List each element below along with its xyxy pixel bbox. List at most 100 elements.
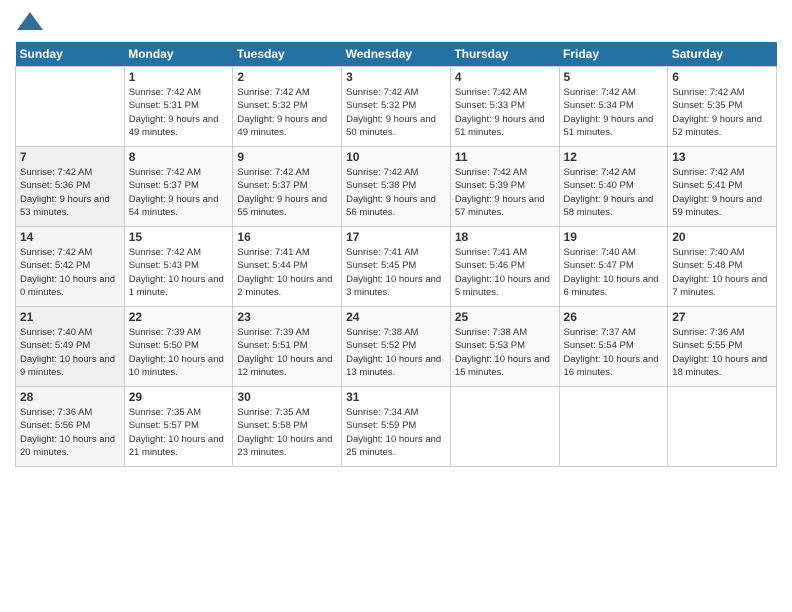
calendar-cell: 29 Sunrise: 7:35 AMSunset: 5:57 PMDayligh… bbox=[124, 387, 233, 467]
day-number: 7 bbox=[20, 150, 120, 164]
day-number: 6 bbox=[672, 70, 772, 84]
calendar-cell: 8 Sunrise: 7:42 AMSunset: 5:37 PMDaylight… bbox=[124, 147, 233, 227]
cell-info: Sunrise: 7:42 AMSunset: 5:40 PMDaylight:… bbox=[564, 166, 664, 219]
calendar-cell: 11Sunrise: 7:42 AMSunset: 5:39 PMDayligh… bbox=[450, 147, 559, 227]
day-header-friday: Friday bbox=[559, 42, 668, 67]
cell-info: Sunrise: 7:42 AMSunset: 5:32 PMDaylight:… bbox=[237, 86, 337, 139]
day-number: 1 bbox=[129, 70, 229, 84]
day-number: 13 bbox=[672, 150, 772, 164]
day-number: 12 bbox=[564, 150, 664, 164]
cell-info: Sunrise: 7:42 AMSunset: 5:32 PMDaylight:… bbox=[346, 86, 446, 139]
cell-info: Sunrise: 7:34 AMSunset: 5:59 PMDaylight:… bbox=[346, 406, 446, 459]
day-number: 18 bbox=[455, 230, 555, 244]
day-number: 8 bbox=[129, 150, 229, 164]
week-row-3: 14 Sunrise: 7:42 AMSunset: 5:42 PMDayligh… bbox=[16, 227, 777, 307]
calendar-cell: 24 Sunrise: 7:38 AMSunset: 5:52 PMDayligh… bbox=[342, 307, 451, 387]
cell-info: Sunrise: 7:38 AMSunset: 5:53 PMDaylight:… bbox=[455, 326, 555, 379]
day-number: 29 bbox=[129, 390, 229, 404]
day-header-saturday: Saturday bbox=[668, 42, 777, 67]
cell-info: Sunrise: 7:42 AMSunset: 5:34 PMDaylight:… bbox=[564, 86, 664, 139]
cell-info: Sunrise: 7:38 AMSunset: 5:52 PMDaylight:… bbox=[346, 326, 446, 379]
calendar-cell: 22 Sunrise: 7:39 AMSunset: 5:50 PMDayligh… bbox=[124, 307, 233, 387]
cell-info: Sunrise: 7:42 AMSunset: 5:41 PMDaylight:… bbox=[672, 166, 772, 219]
day-number: 26 bbox=[564, 310, 664, 324]
calendar-cell: 27 Sunrise: 7:36 AMSunset: 5:55 PMDayligh… bbox=[668, 307, 777, 387]
calendar-cell: 3 Sunrise: 7:42 AMSunset: 5:32 PMDaylight… bbox=[342, 67, 451, 147]
cell-info: Sunrise: 7:42 AMSunset: 5:35 PMDaylight:… bbox=[672, 86, 772, 139]
calendar-cell bbox=[450, 387, 559, 467]
cell-info: Sunrise: 7:39 AMSunset: 5:50 PMDaylight:… bbox=[129, 326, 229, 379]
calendar-cell bbox=[668, 387, 777, 467]
calendar-cell: 4 Sunrise: 7:42 AMSunset: 5:33 PMDaylight… bbox=[450, 67, 559, 147]
calendar-cell: 28Sunrise: 7:36 AMSunset: 5:56 PMDayligh… bbox=[16, 387, 125, 467]
day-number: 24 bbox=[346, 310, 446, 324]
calendar-cell: 23 Sunrise: 7:39 AMSunset: 5:51 PMDayligh… bbox=[233, 307, 342, 387]
day-number: 4 bbox=[455, 70, 555, 84]
week-row-2: 7 Sunrise: 7:42 AMSunset: 5:36 PMDaylight… bbox=[16, 147, 777, 227]
calendar-table: SundayMondayTuesdayWednesdayThursdayFrid… bbox=[15, 42, 777, 467]
cell-info: Sunrise: 7:42 AMSunset: 5:37 PMDaylight:… bbox=[237, 166, 337, 219]
calendar-cell: 1 Sunrise: 7:42 AMSunset: 5:31 PMDaylight… bbox=[124, 67, 233, 147]
calendar-cell: 30 Sunrise: 7:35 AMSunset: 5:58 PMDayligh… bbox=[233, 387, 342, 467]
calendar-cell: 10Sunrise: 7:42 AMSunset: 5:38 PMDayligh… bbox=[342, 147, 451, 227]
cell-info: Sunrise: 7:42 AMSunset: 5:37 PMDaylight:… bbox=[129, 166, 229, 219]
week-row-4: 21 Sunrise: 7:40 AMSunset: 5:49 PMDayligh… bbox=[16, 307, 777, 387]
day-header-wednesday: Wednesday bbox=[342, 42, 451, 67]
day-number: 23 bbox=[237, 310, 337, 324]
day-number: 25 bbox=[455, 310, 555, 324]
cell-info: Sunrise: 7:42 AMSunset: 5:38 PMDaylight:… bbox=[346, 166, 446, 219]
day-number: 22 bbox=[129, 310, 229, 324]
calendar-cell: 19 Sunrise: 7:40 AMSunset: 5:47 PMDayligh… bbox=[559, 227, 668, 307]
calendar-cell: 16Sunrise: 7:41 AMSunset: 5:44 PMDayligh… bbox=[233, 227, 342, 307]
cell-info: Sunrise: 7:35 AMSunset: 5:57 PMDaylight:… bbox=[129, 406, 229, 459]
cell-info: Sunrise: 7:36 AMSunset: 5:56 PMDaylight:… bbox=[20, 406, 120, 459]
day-number: 27 bbox=[672, 310, 772, 324]
logo-icon bbox=[15, 10, 45, 34]
day-number: 16 bbox=[237, 230, 337, 244]
logo bbox=[15, 10, 49, 34]
day-header-sunday: Sunday bbox=[16, 42, 125, 67]
calendar-cell: 2Sunrise: 7:42 AMSunset: 5:32 PMDaylight… bbox=[233, 67, 342, 147]
day-number: 31 bbox=[346, 390, 446, 404]
day-header-monday: Monday bbox=[124, 42, 233, 67]
cell-info: Sunrise: 7:41 AMSunset: 5:46 PMDaylight:… bbox=[455, 246, 555, 299]
calendar-cell: 20 Sunrise: 7:40 AMSunset: 5:48 PMDayligh… bbox=[668, 227, 777, 307]
calendar-cell: 31 Sunrise: 7:34 AMSunset: 5:59 PMDayligh… bbox=[342, 387, 451, 467]
day-number: 30 bbox=[237, 390, 337, 404]
cell-info: Sunrise: 7:35 AMSunset: 5:58 PMDaylight:… bbox=[237, 406, 337, 459]
calendar-cell: 9 Sunrise: 7:42 AMSunset: 5:37 PMDaylight… bbox=[233, 147, 342, 227]
cell-info: Sunrise: 7:42 AMSunset: 5:43 PMDaylight:… bbox=[129, 246, 229, 299]
calendar-header-row: SundayMondayTuesdayWednesdayThursdayFrid… bbox=[16, 42, 777, 67]
cell-info: Sunrise: 7:40 AMSunset: 5:48 PMDaylight:… bbox=[672, 246, 772, 299]
day-number: 21 bbox=[20, 310, 120, 324]
calendar-cell: 13 Sunrise: 7:42 AMSunset: 5:41 PMDayligh… bbox=[668, 147, 777, 227]
cell-info: Sunrise: 7:41 AMSunset: 5:45 PMDaylight:… bbox=[346, 246, 446, 299]
calendar-cell bbox=[559, 387, 668, 467]
day-number: 20 bbox=[672, 230, 772, 244]
day-number: 14 bbox=[20, 230, 120, 244]
calendar-cell: 5 Sunrise: 7:42 AMSunset: 5:34 PMDaylight… bbox=[559, 67, 668, 147]
cell-info: Sunrise: 7:36 AMSunset: 5:55 PMDaylight:… bbox=[672, 326, 772, 379]
day-number: 5 bbox=[564, 70, 664, 84]
week-row-5: 28Sunrise: 7:36 AMSunset: 5:56 PMDayligh… bbox=[16, 387, 777, 467]
cell-info: Sunrise: 7:40 AMSunset: 5:47 PMDaylight:… bbox=[564, 246, 664, 299]
calendar-cell: 15Sunrise: 7:42 AMSunset: 5:43 PMDayligh… bbox=[124, 227, 233, 307]
calendar-cell: 14 Sunrise: 7:42 AMSunset: 5:42 PMDayligh… bbox=[16, 227, 125, 307]
day-header-tuesday: Tuesday bbox=[233, 42, 342, 67]
cell-info: Sunrise: 7:39 AMSunset: 5:51 PMDaylight:… bbox=[237, 326, 337, 379]
day-number: 19 bbox=[564, 230, 664, 244]
cell-info: Sunrise: 7:42 AMSunset: 5:42 PMDaylight:… bbox=[20, 246, 120, 299]
calendar-cell: 12 Sunrise: 7:42 AMSunset: 5:40 PMDayligh… bbox=[559, 147, 668, 227]
cell-info: Sunrise: 7:37 AMSunset: 5:54 PMDaylight:… bbox=[564, 326, 664, 379]
cell-info: Sunrise: 7:42 AMSunset: 5:31 PMDaylight:… bbox=[129, 86, 229, 139]
cell-info: Sunrise: 7:42 AMSunset: 5:39 PMDaylight:… bbox=[455, 166, 555, 219]
cell-info: Sunrise: 7:40 AMSunset: 5:49 PMDaylight:… bbox=[20, 326, 120, 379]
day-number: 9 bbox=[237, 150, 337, 164]
calendar-cell: 18 Sunrise: 7:41 AMSunset: 5:46 PMDayligh… bbox=[450, 227, 559, 307]
day-number: 3 bbox=[346, 70, 446, 84]
calendar-cell: 21 Sunrise: 7:40 AMSunset: 5:49 PMDayligh… bbox=[16, 307, 125, 387]
week-row-1: 1 Sunrise: 7:42 AMSunset: 5:31 PMDaylight… bbox=[16, 67, 777, 147]
cell-info: Sunrise: 7:42 AMSunset: 5:36 PMDaylight:… bbox=[20, 166, 120, 219]
page-container: SundayMondayTuesdayWednesdayThursdayFrid… bbox=[0, 0, 792, 477]
cell-info: Sunrise: 7:42 AMSunset: 5:33 PMDaylight:… bbox=[455, 86, 555, 139]
